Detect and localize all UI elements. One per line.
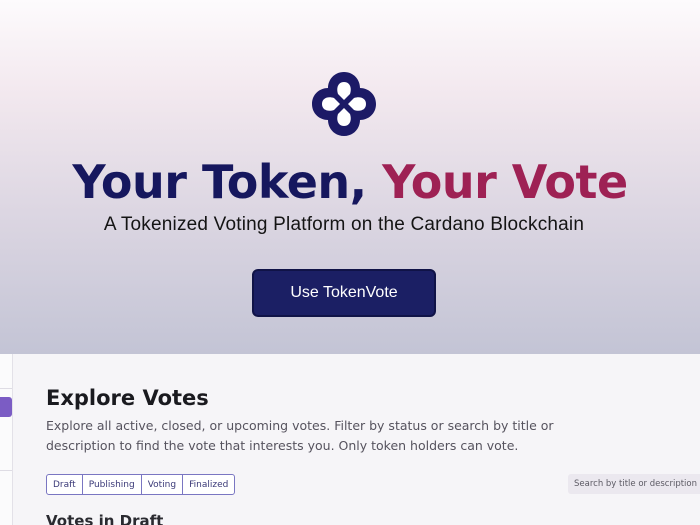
tokenvote-logo-icon [312, 72, 376, 136]
page-title: Explore Votes [46, 386, 209, 410]
filter-draft-button[interactable]: Draft [47, 475, 83, 494]
hero-title: Your Token, Your Vote [0, 150, 700, 214]
search-input[interactable] [568, 474, 700, 494]
page-description: Explore all active, closed, or upcoming … [46, 418, 554, 453]
sidebar-divider [0, 388, 12, 389]
filter-publishing-button[interactable]: Publishing [83, 475, 142, 494]
hero-section: Your Token, Your Vote A Tokenized Voting… [0, 0, 700, 354]
app-preview: Explore Votes Explore all active, closed… [0, 354, 700, 525]
filter-finalized-button[interactable]: Finalized [183, 475, 234, 494]
sidebar [0, 354, 13, 525]
sidebar-divider [0, 470, 12, 471]
filter-voting-button[interactable]: Voting [142, 475, 184, 494]
hero-subtitle: A Tokenized Voting Platform on the Carda… [103, 214, 585, 235]
sidebar-active-item[interactable] [0, 397, 12, 417]
hero-title-accent: Your Vote [382, 155, 628, 209]
use-tokenvote-button[interactable]: Use TokenVote [252, 269, 436, 317]
hero-title-primary: Your Token, [72, 155, 367, 209]
section-title-draft: Votes in Draft [46, 512, 164, 525]
status-filter-group: Draft Publishing Voting Finalized [46, 474, 236, 495]
